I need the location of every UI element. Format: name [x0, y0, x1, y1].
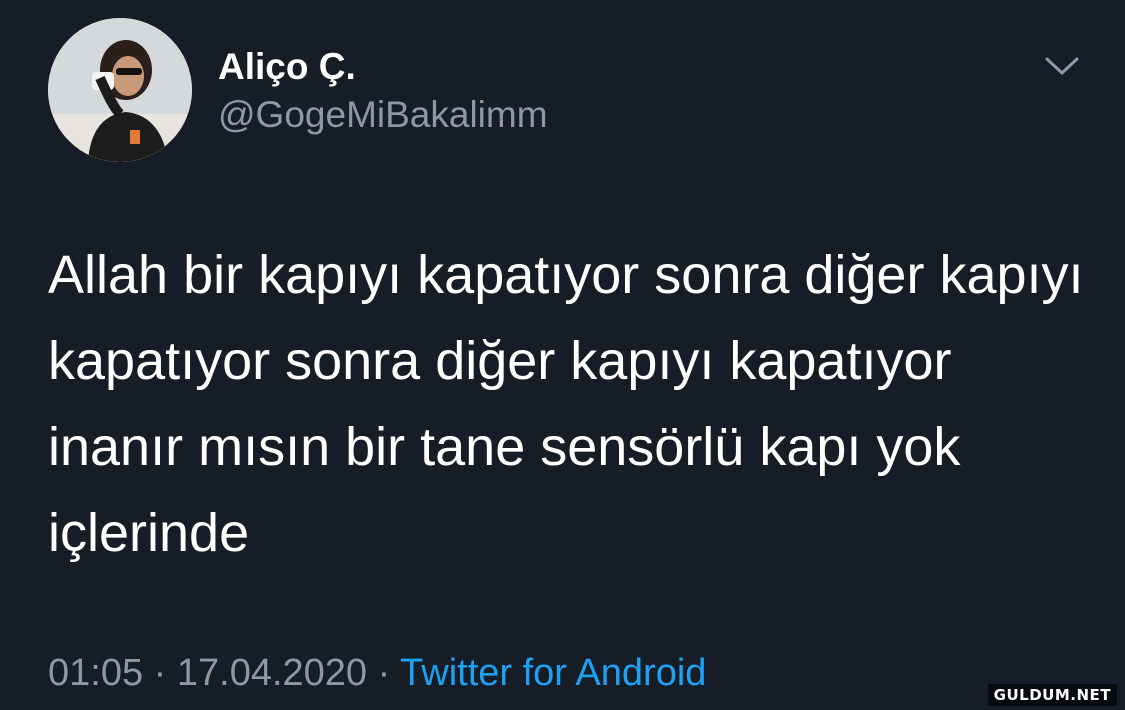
meta-separator: · [377, 652, 391, 694]
avatar[interactable] [48, 18, 192, 162]
chevron-down-icon[interactable] [1040, 50, 1084, 80]
avatar-image [48, 18, 192, 162]
tweet-time[interactable]: 01:05 [48, 652, 143, 694]
meta-separator: · [153, 652, 167, 694]
tweet-source-link[interactable]: Twitter for Android [400, 652, 706, 694]
display-name[interactable]: Aliço Ç. [218, 46, 356, 88]
user-handle[interactable]: @GogeMiBakalimm [218, 94, 548, 136]
tweet-text: Allah bir kapıyı kapatıyor sonra diğer k… [48, 245, 1084, 563]
tweet-meta: 01:05 · 17.04.2020 · Twitter for Android [48, 652, 706, 695]
watermark: GULDUM.NET [987, 684, 1117, 706]
tweet-date[interactable]: 17.04.2020 [177, 652, 367, 694]
